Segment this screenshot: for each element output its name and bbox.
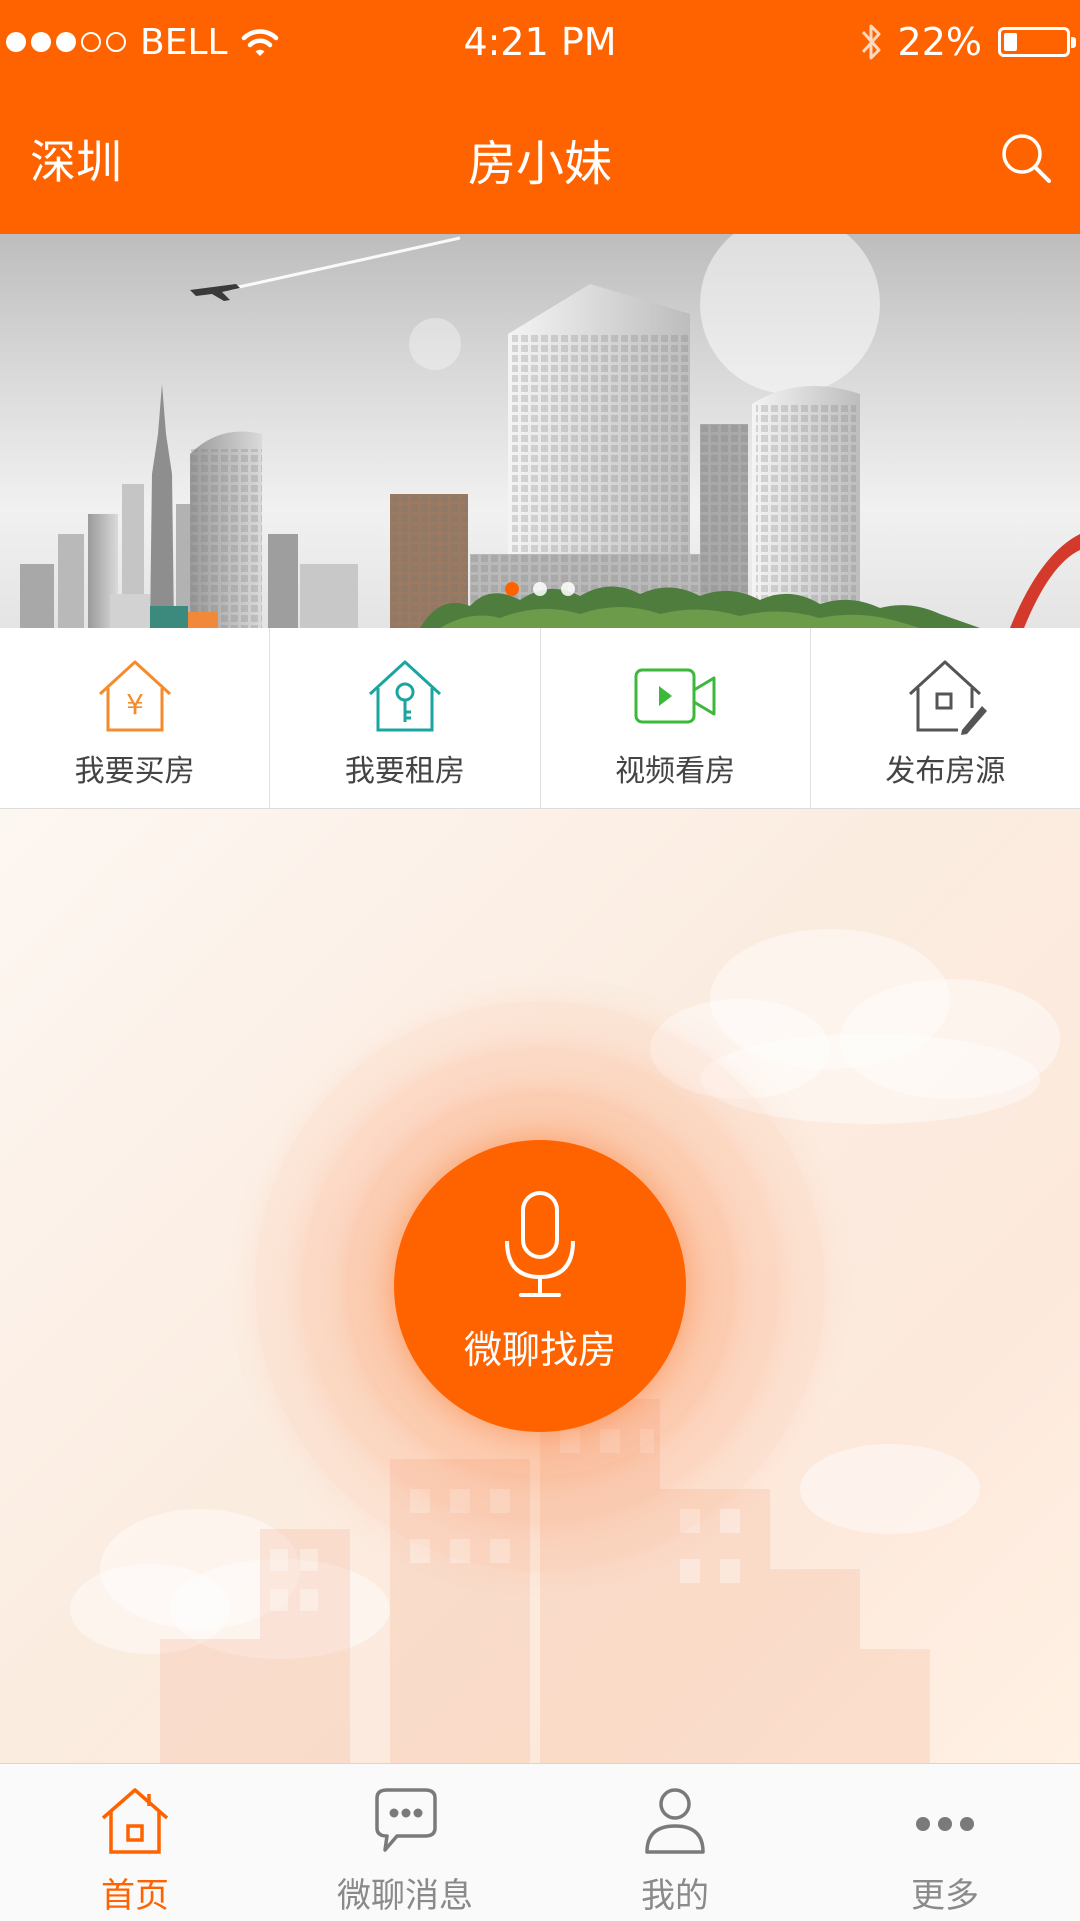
tab-chat-messages[interactable]: 微聊消息 xyxy=(270,1764,540,1921)
quick-action-buy-house[interactable]: ¥ 我要买房 xyxy=(0,628,271,808)
tab-label: 微聊消息 xyxy=(337,1876,473,1916)
battery-level xyxy=(1004,33,1017,51)
more-dots-icon xyxy=(916,1817,974,1831)
home-icon xyxy=(101,1788,169,1854)
buy-house-icon: ¥ xyxy=(98,660,171,732)
city-skyline-illustration xyxy=(20,234,1080,628)
pager-dot[interactable] xyxy=(533,582,547,596)
banner-carousel[interactable] xyxy=(0,234,1080,628)
microphone-icon xyxy=(505,1190,575,1297)
rent-house-key-icon xyxy=(368,660,441,732)
tab-label: 我的 xyxy=(641,1876,709,1916)
quick-action-video-tour[interactable]: 视频看房 xyxy=(541,628,811,808)
search-icon[interactable] xyxy=(998,130,1054,186)
tab-label: 更多 xyxy=(911,1876,979,1916)
bottom-tab-bar: 首页 微聊消息 我的 更多 xyxy=(0,1763,1080,1921)
status-bar: BELL 4:21 PM 22% xyxy=(0,0,1080,84)
user-icon xyxy=(645,1788,705,1854)
chat-bubble-icon xyxy=(375,1788,437,1852)
quick-action-rent-house[interactable]: 我要租房 xyxy=(270,628,541,808)
pager-dot[interactable] xyxy=(505,582,519,596)
tab-label: 首页 xyxy=(101,1876,169,1916)
tab-profile[interactable]: 我的 xyxy=(540,1764,810,1921)
quick-action-label: 我要租房 xyxy=(344,754,465,789)
quick-action-label: 视频看房 xyxy=(615,754,736,789)
quick-action-label: 我要买房 xyxy=(74,754,195,789)
pager-dot[interactable] xyxy=(561,582,575,596)
page-title: 房小妹 xyxy=(467,136,612,192)
publish-house-icon xyxy=(909,660,988,735)
bluetooth-icon xyxy=(861,24,881,60)
quick-action-label: 发布房源 xyxy=(885,754,1006,789)
banner-pager[interactable] xyxy=(0,582,1080,596)
quick-actions: ¥ 我要买房 我要租房 视频看房 发布房源 xyxy=(0,628,1080,809)
battery-percent: 22% xyxy=(897,20,982,64)
quick-action-publish-listing[interactable]: 发布房源 xyxy=(811,628,1080,808)
navigation-bar: 深圳 房小妹 xyxy=(0,84,1080,234)
voice-search-button[interactable]: 微聊找房 xyxy=(394,1140,686,1432)
tab-more[interactable]: 更多 xyxy=(810,1764,1080,1921)
svg-text:¥: ¥ xyxy=(126,688,144,721)
video-camera-icon xyxy=(634,668,716,724)
status-right: 22% xyxy=(860,0,1076,84)
battery-icon xyxy=(998,27,1076,57)
voice-search-area: 微聊找房 xyxy=(0,809,1080,1763)
voice-search-label: 微聊找房 xyxy=(463,1327,616,1372)
tab-home[interactable]: 首页 xyxy=(0,1764,270,1921)
